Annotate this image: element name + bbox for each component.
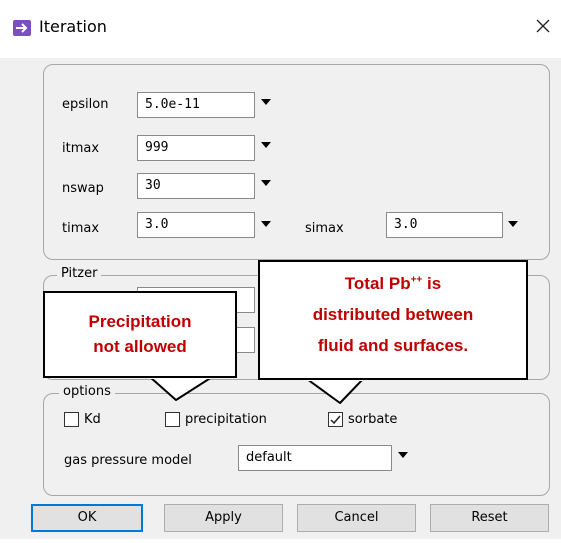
callout-line: not allowed — [93, 337, 187, 356]
itmax-label: itmax — [62, 141, 100, 156]
callout-line: fluid and surfaces. — [317, 336, 469, 355]
gas-pressure-model-label: gas pressure model — [64, 453, 192, 468]
window-title: Iteration — [39, 17, 107, 36]
close-icon[interactable] — [532, 14, 554, 38]
timax-label: timax — [62, 221, 100, 236]
nswap-dropdown-icon[interactable] — [261, 180, 271, 186]
nswap-field[interactable]: 30 — [137, 173, 255, 199]
callout-line: Precipitation — [88, 312, 192, 331]
sorbate-checkbox[interactable] — [328, 412, 343, 427]
itmax-field[interactable]: 999 — [137, 135, 255, 161]
cancel-button[interactable]: Cancel — [297, 504, 416, 532]
apply-button[interactable]: Apply — [164, 504, 283, 532]
simax-dropdown-icon[interactable] — [508, 221, 518, 227]
epsilon-field[interactable]: 5.0e-11 — [137, 92, 255, 118]
gas-pressure-model-dropdown-icon[interactable] — [398, 452, 408, 458]
reset-button[interactable]: Reset — [430, 504, 549, 532]
callout-line: Total Pb++ is — [344, 274, 442, 293]
kd-label: Kd — [84, 412, 101, 427]
sorbate-callout: Total Pb++ is distributed between fluid … — [258, 260, 528, 380]
epsilon-label: epsilon — [62, 97, 109, 112]
kd-checkbox[interactable] — [64, 412, 79, 427]
callout-line: distributed between — [312, 305, 474, 324]
title-bar: Iteration — [0, 0, 561, 58]
checkmark-icon — [330, 415, 341, 425]
nswap-label: nswap — [62, 181, 104, 196]
options-legend: options — [59, 384, 115, 399]
precipitation-checkbox[interactable] — [165, 412, 180, 427]
timax-field[interactable]: 3.0 — [137, 212, 255, 238]
timax-dropdown-icon[interactable] — [261, 221, 271, 227]
simax-label: simax — [305, 221, 344, 236]
simax-field[interactable]: 3.0 — [386, 212, 503, 238]
precipitation-label: precipitation — [185, 412, 267, 427]
epsilon-dropdown-icon[interactable] — [261, 99, 271, 105]
gas-pressure-model-select[interactable]: default — [238, 445, 392, 471]
itmax-dropdown-icon[interactable] — [261, 142, 271, 148]
app-arrow-icon — [13, 20, 31, 36]
sorbate-label: sorbate — [348, 412, 398, 427]
pitzer-legend: Pitzer — [57, 266, 102, 281]
ok-button[interactable]: OK — [31, 504, 143, 532]
precipitation-callout: Precipitation not allowed — [43, 291, 237, 378]
